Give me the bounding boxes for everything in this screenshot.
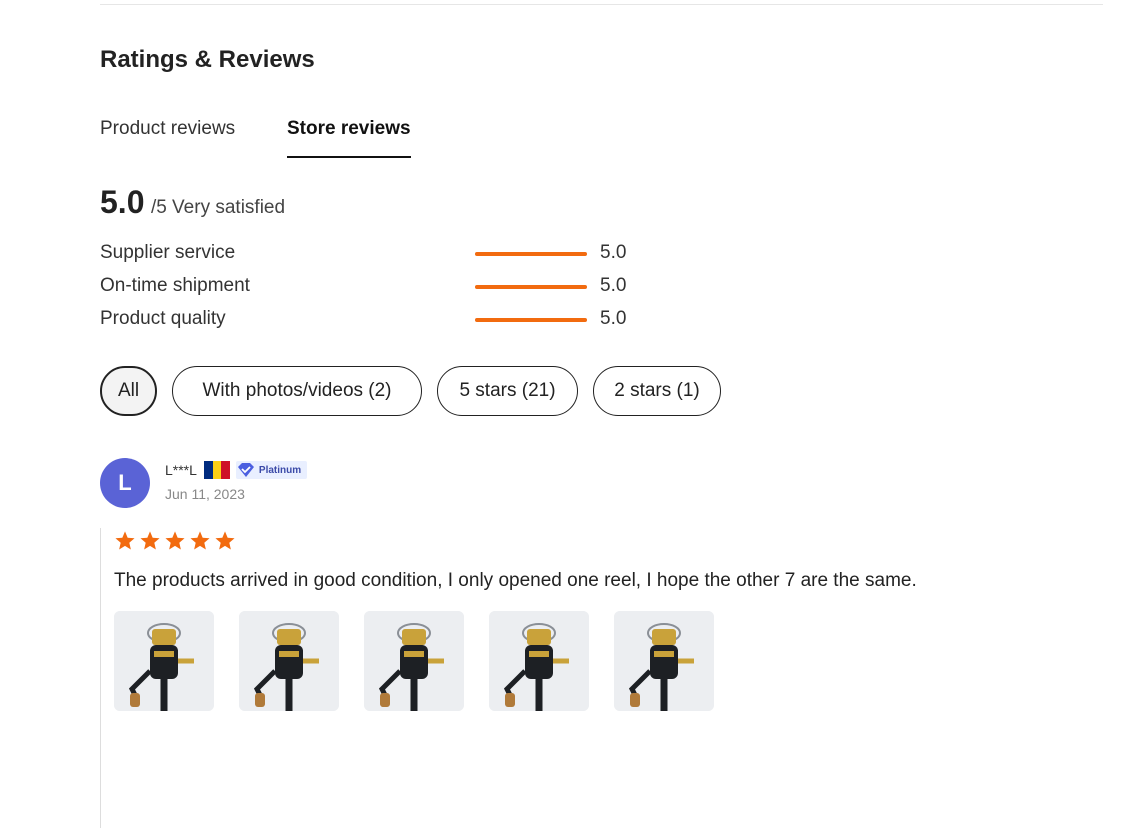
metric-bar [475,252,587,256]
tab-product-reviews[interactable]: Product reviews [100,118,235,156]
top-divider [100,4,1103,5]
overall-score-suffix: /5 Very satisfied [150,197,286,218]
metric-on-time-shipment: On-time shipment 5.0 [100,275,640,299]
avatar: L [100,458,150,508]
fishing-reel-photo [239,611,339,711]
tab-store-reviews[interactable]: Store reviews [287,118,411,158]
review-photo-thumbnail[interactable] [114,611,214,711]
star-icon [165,531,185,550]
metric-supplier-service: Supplier service 5.0 [100,242,640,266]
metric-label: On-time shipment [100,275,250,296]
filter-photos-videos-chip[interactable]: With photos/videos (2) [172,366,422,416]
metric-value: 5.0 [600,275,627,296]
star-icon [115,531,135,550]
review-photo-thumbnail[interactable] [614,611,714,711]
metric-bar-fill [475,285,587,289]
star-icon [140,531,160,550]
metric-product-quality: Product quality 5.0 [100,308,640,332]
reviewer-info: L***L Platinum [165,460,308,480]
star-rating [114,530,236,552]
fishing-reel-photo [364,611,464,711]
reviewer-name: L***L [165,462,197,478]
metric-bar-fill [475,318,587,322]
star-icon [190,531,210,550]
filter-all-chip[interactable]: All [100,366,157,416]
fishing-reel-photo [489,611,589,711]
metric-label: Supplier service [100,242,236,263]
review-text: The products arrived in good condition, … [114,570,917,591]
metric-bar [475,285,587,289]
metric-label: Product quality [100,308,226,329]
overall-score-value: 5.0 [100,184,145,220]
filter-2-stars-chip[interactable]: 2 stars (1) [593,366,721,416]
fishing-reel-photo [114,611,214,711]
diamond-icon [237,463,254,477]
review-date: Jun 11, 2023 [165,486,245,502]
review-body: The products arrived in good condition, … [100,528,1101,828]
overall-score: 5.0 /5 Very satisfied [100,184,285,221]
metric-bar-fill [475,252,587,256]
star-icon [215,531,235,550]
platinum-badge-label: Platinum [258,464,302,476]
fishing-reel-photo [614,611,714,711]
metric-value: 5.0 [600,308,627,329]
metric-value: 5.0 [600,242,627,263]
review-photos [114,611,714,711]
review-photo-thumbnail[interactable] [239,611,339,711]
review-photo-thumbnail[interactable] [364,611,464,711]
section-title: Ratings & Reviews [100,46,315,73]
country-flag-icon [203,461,230,479]
platinum-badge: Platinum [235,461,308,479]
review-photo-thumbnail[interactable] [489,611,589,711]
filter-5-stars-chip[interactable]: 5 stars (21) [437,366,578,416]
metric-bar [475,318,587,322]
